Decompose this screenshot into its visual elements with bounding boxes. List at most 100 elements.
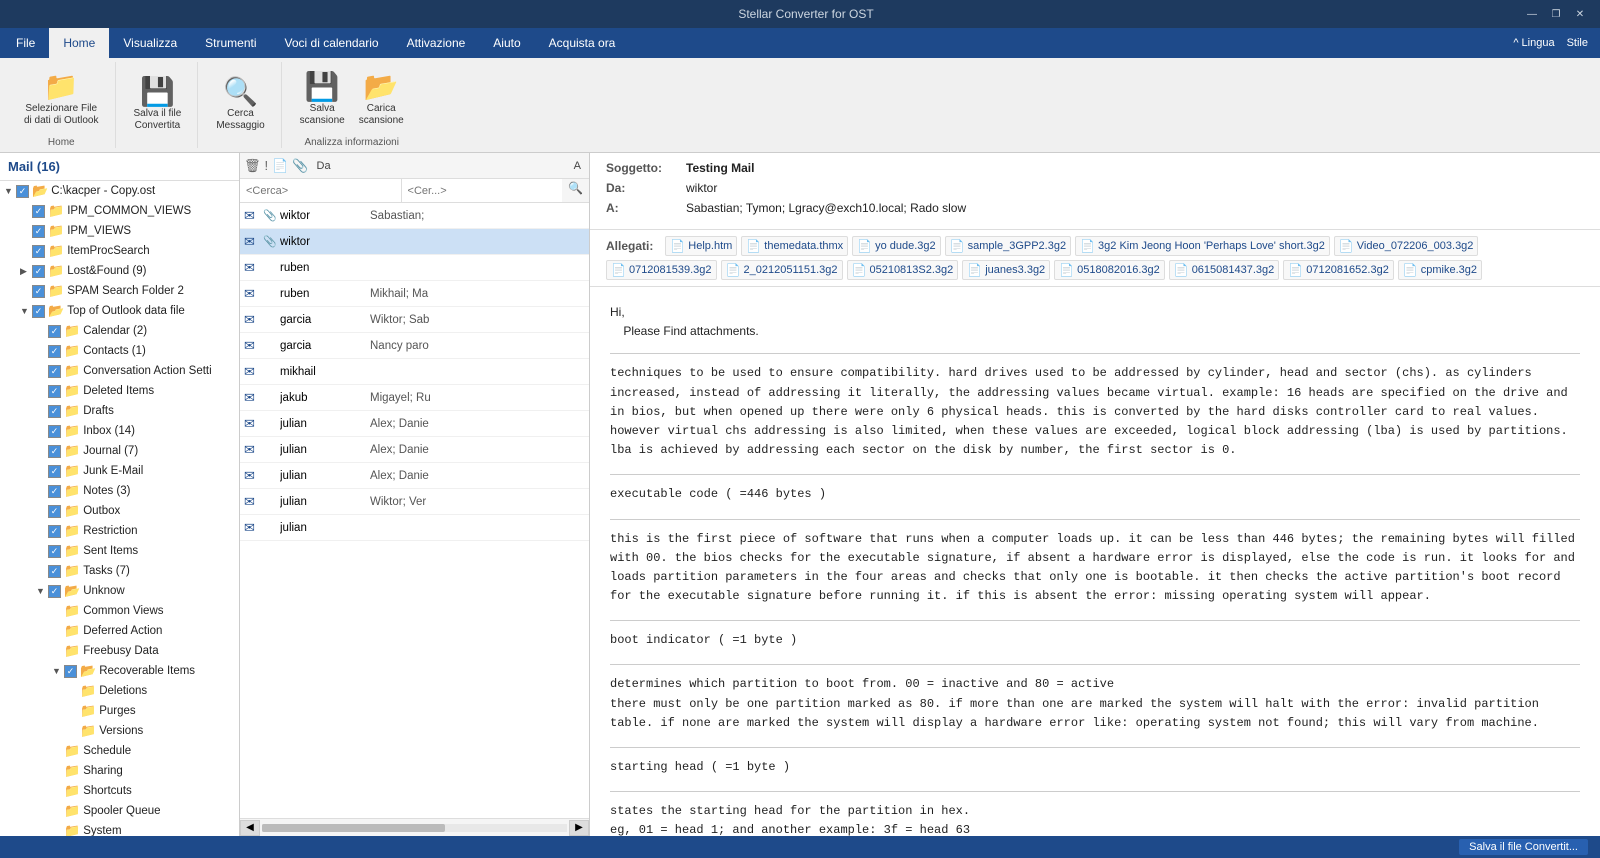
attachment-cpmike[interactable]: 📄cpmike.3g2	[1398, 260, 1482, 280]
folder-tasks[interactable]: 📁 Tasks (7)	[0, 561, 239, 581]
folder-sent-items[interactable]: 📁 Sent Items	[0, 541, 239, 561]
cb[interactable]	[48, 525, 61, 538]
cb[interactable]	[48, 425, 61, 438]
menu-voci-calendario[interactable]: Voci di calendario	[271, 28, 393, 58]
save-file-button[interactable]: Salva il file Convertit...	[1459, 839, 1588, 855]
attachment-0518[interactable]: 📄0518082016.3g2	[1054, 260, 1165, 280]
folder-conv-action[interactable]: 📁 Conversation Action Setti	[0, 361, 239, 381]
cb[interactable]	[32, 225, 45, 238]
cb[interactable]	[48, 545, 61, 558]
attachment-2-0212[interactable]: 📄2_0212051151.3g2	[721, 260, 843, 280]
toggle[interactable]: ▼	[20, 306, 32, 316]
email-row[interactable]: ✉ julian	[240, 515, 589, 541]
folder-deleted[interactable]: 📁 Deleted Items	[0, 381, 239, 401]
load-scan-button[interactable]: 📂 Caricascansione	[353, 69, 410, 131]
folder-ipm-views[interactable]: 📁 IPM_VIEWS	[0, 221, 239, 241]
cb[interactable]	[48, 325, 61, 338]
minimize-button[interactable]: —	[1522, 6, 1542, 22]
search-from-input[interactable]	[240, 179, 402, 202]
attachment-0615[interactable]: 📄0615081437.3g2	[1169, 260, 1280, 280]
folder-outbox[interactable]: 📁 Outbox	[0, 501, 239, 521]
lingua-btn[interactable]: ^ Lingua	[1513, 37, 1554, 49]
cb[interactable]	[32, 265, 45, 278]
cb[interactable]	[48, 465, 61, 478]
menu-attivazione[interactable]: Attivazione	[393, 28, 480, 58]
cb[interactable]	[48, 505, 61, 518]
search-btn-icon[interactable]: 🔍	[562, 179, 589, 202]
folder-top-outlook[interactable]: ▼ 📂 Top of Outlook data file	[0, 301, 239, 321]
folder-junk[interactable]: 📁 Junk E-Mail	[0, 461, 239, 481]
folder-drafts[interactable]: 📁 Drafts	[0, 401, 239, 421]
cb[interactable]	[48, 405, 61, 418]
priority-col-icon[interactable]: !	[265, 158, 269, 173]
folder-sharing[interactable]: 📁 Sharing	[0, 761, 239, 781]
delete-col-icon[interactable]: 🗑	[244, 158, 261, 174]
attachment-0521[interactable]: 📄05210813S2.3g2	[847, 260, 959, 280]
cb[interactable]	[48, 385, 61, 398]
folder-notes[interactable]: 📁 Notes (3)	[0, 481, 239, 501]
folder-versions[interactable]: 📁 Versions	[0, 721, 239, 741]
cb[interactable]	[48, 565, 61, 578]
attachment-video[interactable]: 📄Video_072206_003.3g2	[1334, 236, 1479, 256]
search-to-input[interactable]	[402, 179, 563, 202]
cb[interactable]	[48, 345, 61, 358]
toggle[interactable]: ▼	[52, 666, 64, 676]
menu-visualizza[interactable]: Visualizza	[109, 28, 191, 58]
email-row[interactable]: ✉ julian Wiktor; Ver	[240, 489, 589, 515]
cb[interactable]	[32, 245, 45, 258]
maximize-button[interactable]: ❐	[1546, 6, 1566, 22]
email-row[interactable]: ✉ ruben Mikhail; Ma	[240, 281, 589, 307]
horizontal-scrollbar[interactable]: ◀ ▶	[240, 818, 589, 836]
folder-restriction[interactable]: 📁 Restriction	[0, 521, 239, 541]
email-row[interactable]: ✉ julian Alex; Danie	[240, 463, 589, 489]
cb[interactable]	[48, 585, 61, 598]
folder-recoverable[interactable]: ▼ 📂 Recoverable Items	[0, 661, 239, 681]
folder-spooler[interactable]: 📁 Spooler Queue	[0, 801, 239, 821]
search-message-button[interactable]: 🔍 CercaMessaggio	[210, 74, 270, 136]
folder-ipm-common[interactable]: 📁 IPM_COMMON_VIEWS	[0, 201, 239, 221]
email-row[interactable]: ✉ mikhail	[240, 359, 589, 385]
folder-calendar[interactable]: 📁 Calendar (2)	[0, 321, 239, 341]
email-row[interactable]: ✉ julian Alex; Danie	[240, 437, 589, 463]
cb[interactable]	[48, 485, 61, 498]
folder-journal[interactable]: 📁 Journal (7)	[0, 441, 239, 461]
toggle[interactable]: ▼	[36, 586, 48, 596]
folder-spam[interactable]: 📁 SPAM Search Folder 2	[0, 281, 239, 301]
email-row[interactable]: ✉ julian Alex; Danie	[240, 411, 589, 437]
menu-home[interactable]: Home	[49, 28, 109, 58]
attachment-help-htm[interactable]: 📄Help.htm	[665, 236, 737, 256]
cb[interactable]	[32, 305, 45, 318]
folder-itemproc[interactable]: 📁 ItemProcSearch	[0, 241, 239, 261]
folder-freebusy[interactable]: 📁 Freebusy Data	[0, 641, 239, 661]
menu-file[interactable]: File	[2, 28, 49, 58]
folder-deletions[interactable]: 📁 Deletions	[0, 681, 239, 701]
scrollbar-thumb[interactable]	[262, 824, 445, 832]
email-row[interactable]: ✉ ruben	[240, 255, 589, 281]
root-checkbox[interactable]	[16, 185, 29, 198]
attachment-juanes[interactable]: 📄juanes3.3g2	[962, 260, 1050, 280]
attachment-themedata[interactable]: 📄themedata.thmx	[741, 236, 848, 256]
from-col-header[interactable]: Da	[313, 160, 335, 172]
type-col-icon[interactable]: 📄	[272, 158, 288, 174]
cb[interactable]	[48, 365, 61, 378]
cb[interactable]	[32, 205, 45, 218]
select-file-button[interactable]: 📁 Selezionare Filedi dati di Outlook	[18, 69, 105, 131]
menu-aiuto[interactable]: Aiuto	[479, 28, 534, 58]
attachment-sample-3gpp2[interactable]: 📄sample_3GPP2.3g2	[945, 236, 1071, 256]
folder-purges[interactable]: 📁 Purges	[0, 701, 239, 721]
cb[interactable]	[64, 665, 77, 678]
folder-system[interactable]: 📁 System	[0, 821, 239, 836]
scroll-left-btn[interactable]: ◀	[240, 820, 260, 836]
email-row[interactable]: ✉ 📎 wiktor	[240, 229, 589, 255]
attach-col-icon[interactable]: 📎	[292, 158, 308, 174]
folder-root[interactable]: ▼ 📂 C:\kacper - Copy.ost	[0, 181, 239, 201]
cb[interactable]	[48, 445, 61, 458]
menu-strumenti[interactable]: Strumenti	[191, 28, 270, 58]
folder-inbox[interactable]: 📁 Inbox (14)	[0, 421, 239, 441]
save-scan-button[interactable]: 💾 Salvascansione	[294, 69, 351, 131]
email-row[interactable]: ✉ jakub Migayel; Ru	[240, 385, 589, 411]
menu-acquista-ora[interactable]: Acquista ora	[535, 28, 630, 58]
close-button[interactable]: ✕	[1570, 6, 1590, 22]
email-row[interactable]: ✉ garcia Wiktor; Sab	[240, 307, 589, 333]
email-row[interactable]: ✉ 📎 wiktor Sabastian;	[240, 203, 589, 229]
